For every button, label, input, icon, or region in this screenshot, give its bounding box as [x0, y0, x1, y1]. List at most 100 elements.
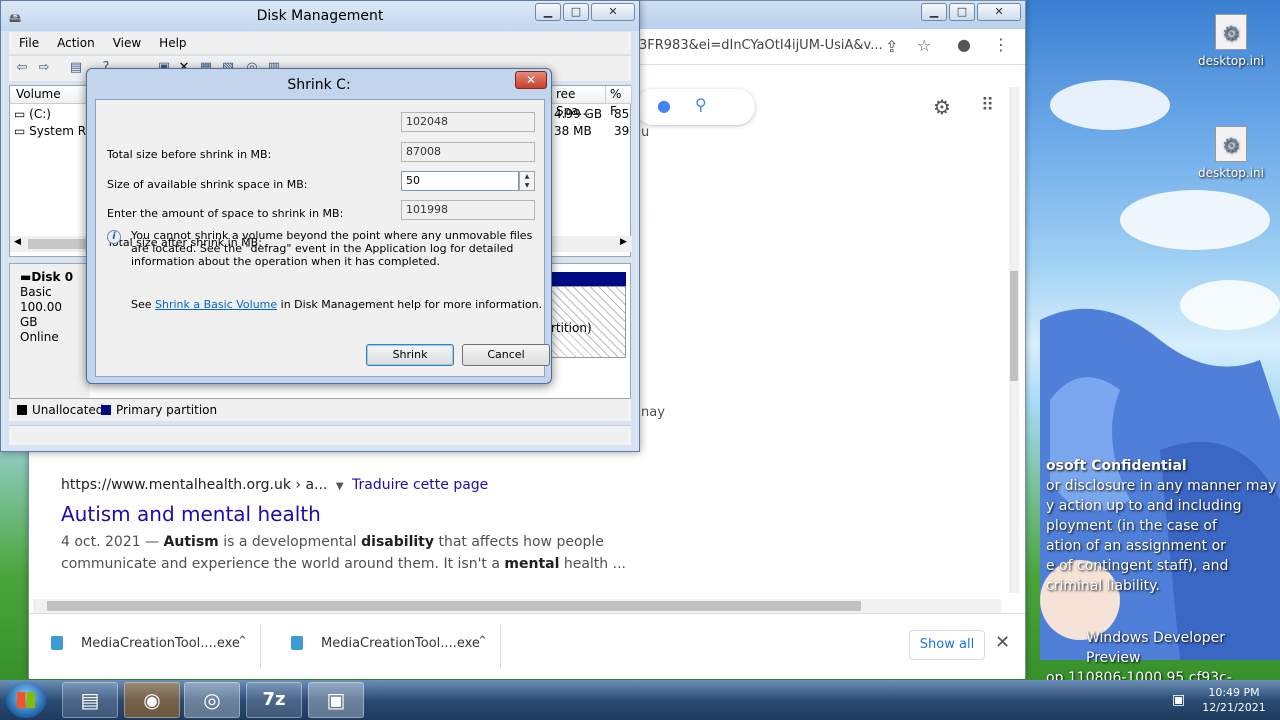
menu-file[interactable]: File	[19, 36, 39, 50]
watermark-line: y action up to and including	[1046, 498, 1242, 514]
chevron-up-icon[interactable]: ⌃	[237, 634, 248, 649]
chevron-up-icon[interactable]: ⌃	[477, 634, 488, 649]
apps-grid-icon[interactable]: ⠿	[981, 95, 994, 116]
percent-free-cell: 85	[614, 107, 630, 121]
result-snippet: 4 oct. 2021 — Autism is a developmental …	[61, 531, 681, 575]
microphone-icon[interactable]: ●	[657, 96, 671, 115]
star-icon[interactable]: ☆	[917, 36, 931, 55]
shrink-dialog[interactable]: Shrink C: ✕ Total size before shrink in …	[86, 68, 552, 384]
maximize-button[interactable]: □	[949, 3, 975, 21]
chrome-icon[interactable]: ◎	[184, 682, 240, 718]
partition-header-bar	[550, 272, 626, 286]
snippet-date: 4 oct. 2021 —	[61, 534, 164, 550]
menu-dots-icon[interactable]: ⋮	[993, 35, 1009, 54]
system-clock[interactable]: 10:49 PM 12/21/2021	[1196, 685, 1272, 715]
7zip-icon[interactable]: 7z	[246, 682, 302, 718]
dialog-close-button[interactable]: ✕	[515, 71, 547, 89]
scroll-thumb[interactable]	[1010, 271, 1018, 381]
dropdown-arrow-icon[interactable]: ▼	[336, 481, 344, 492]
watermark-line: ployment (in the case of	[1046, 518, 1217, 534]
chrome-window-controls: ▁ □ ✕	[921, 3, 1021, 21]
horizontal-scrollbar[interactable]	[33, 599, 1001, 613]
watermark-line: osoft Confidential	[1046, 458, 1187, 474]
shrink-amount-spinner[interactable]: ▲ ▼	[519, 171, 535, 191]
legend-unallocated: Unallocated	[32, 403, 104, 417]
primary-partition-swatch	[101, 405, 111, 415]
close-button[interactable]: ✕	[591, 3, 635, 21]
shrink-basic-volume-link[interactable]: Shrink a Basic Volume	[155, 298, 277, 311]
download-item[interactable]: MediaCreationTool....exe ⌃	[269, 624, 501, 668]
google-search-box[interactable]: ● ⚲	[635, 89, 755, 125]
download-name[interactable]: MediaCreationTool....exe	[321, 636, 480, 651]
download-name[interactable]: MediaCreationTool....exe	[81, 636, 240, 651]
shrink-button[interactable]: Shrink	[366, 344, 454, 366]
volume-name: (C:)	[29, 107, 51, 121]
help-prefix: See	[131, 298, 156, 311]
url-text[interactable]: 3FR983&ei=dInCYaOtI4ijUM-UsiA&v...	[639, 38, 883, 53]
partition-block[interactable]: rtition)	[550, 286, 626, 358]
close-icon[interactable]: ✕	[995, 632, 1010, 653]
search-icon[interactable]: ⚲	[695, 95, 707, 114]
disk-status: Online	[20, 330, 59, 344]
file-explorer-icon[interactable]: ▤	[62, 682, 118, 718]
info-icon: i	[107, 230, 121, 244]
downloads-bar: MediaCreationTool....exe ⌃ MediaCreation…	[29, 613, 1025, 679]
menu-help[interactable]: Help	[159, 36, 186, 50]
profile-icon[interactable]: ●	[957, 35, 971, 54]
scroll-thumb[interactable]	[47, 601, 861, 611]
disk-0-label[interactable]: ▬Disk 0 Basic 100.00 GB Online	[10, 264, 90, 398]
total-size-before-label: Total size before shrink in MB:	[107, 148, 272, 161]
vertical-scrollbar[interactable]	[1009, 87, 1019, 593]
snippet-bold: mental	[504, 556, 560, 572]
drive-icon: ▭	[14, 107, 26, 121]
scroll-right-icon[interactable]: ▶	[620, 237, 627, 247]
column-header-free-space[interactable]: ree Spa...	[550, 86, 606, 118]
partial-text: nay	[641, 405, 665, 420]
close-button[interactable]: ✕	[977, 3, 1021, 21]
result-url-text[interactable]: https://www.mentalhealth.org.uk › a...	[61, 477, 327, 493]
scroll-left-icon[interactable]: ◀	[14, 237, 21, 247]
cancel-button[interactable]: Cancel	[462, 344, 550, 366]
toolbox-icon[interactable]: ▣	[308, 682, 364, 718]
help-suffix: in Disk Management help for more informa…	[277, 298, 543, 311]
forward-arrow-icon[interactable]: ⇨	[35, 60, 53, 76]
disk-size: 100.00 GB	[20, 300, 62, 329]
legend: Unallocated Primary partition	[9, 399, 631, 421]
help-reference: See Shrink a Basic Volume in Disk Manage…	[131, 298, 542, 311]
show-all-button[interactable]: Show all	[909, 630, 985, 660]
back-arrow-icon[interactable]: ⇦	[13, 60, 31, 76]
console-tree-icon[interactable]: ▤	[67, 60, 85, 76]
config-file-icon	[1215, 14, 1247, 50]
clock-date: 12/21/2021	[1202, 701, 1266, 714]
status-bar	[9, 425, 631, 445]
maximize-button[interactable]: □	[563, 3, 589, 21]
minimize-button[interactable]: ▁	[535, 3, 561, 21]
installer-file-icon	[51, 636, 63, 650]
dialog-body: Total size before shrink in MB: 102048 S…	[95, 99, 550, 377]
firefox-icon[interactable]: ◉	[124, 682, 180, 718]
download-item[interactable]: MediaCreationTool....exe ⌃	[29, 624, 261, 668]
menu-bar: File Action View Help	[9, 32, 631, 54]
disk-mgmt-titlebar[interactable]: 🖴 Disk Management ▁ □ ✕	[1, 1, 639, 31]
desktop-icon-label: desktop.ini	[1198, 166, 1264, 180]
result-title-link[interactable]: Autism and mental health	[61, 502, 321, 526]
network-icon[interactable]: ▣	[1172, 692, 1185, 708]
clock-time: 10:49 PM	[1208, 686, 1260, 699]
snippet-bold: Autism	[163, 534, 219, 550]
settings-gear-icon[interactable]: ⚙	[933, 95, 951, 119]
total-size-before-value: 102048	[401, 112, 535, 132]
start-button[interactable]	[6, 682, 46, 718]
translate-link[interactable]: Traduire cette page	[352, 477, 488, 493]
minimize-button[interactable]: ▁	[921, 3, 947, 21]
column-header-percent-free[interactable]: % F	[606, 86, 632, 118]
menu-view[interactable]: View	[113, 36, 141, 50]
result-url[interactable]: https://www.mentalhealth.org.uk › a... ▼…	[61, 477, 488, 493]
disk-mgmt-window-controls: ▁ □ ✕	[535, 3, 635, 21]
desktop-ini-icon-1[interactable]: desktop.ini	[1196, 14, 1266, 68]
snippet-bold: disability	[361, 534, 434, 550]
menu-action[interactable]: Action	[57, 36, 95, 50]
shrink-amount-input[interactable]: 50	[401, 171, 519, 191]
desktop-ini-icon-2[interactable]: desktop.ini	[1196, 126, 1266, 180]
share-icon[interactable]: ⇪	[885, 37, 898, 56]
table-row[interactable]: ▭ (C:)	[14, 107, 51, 121]
